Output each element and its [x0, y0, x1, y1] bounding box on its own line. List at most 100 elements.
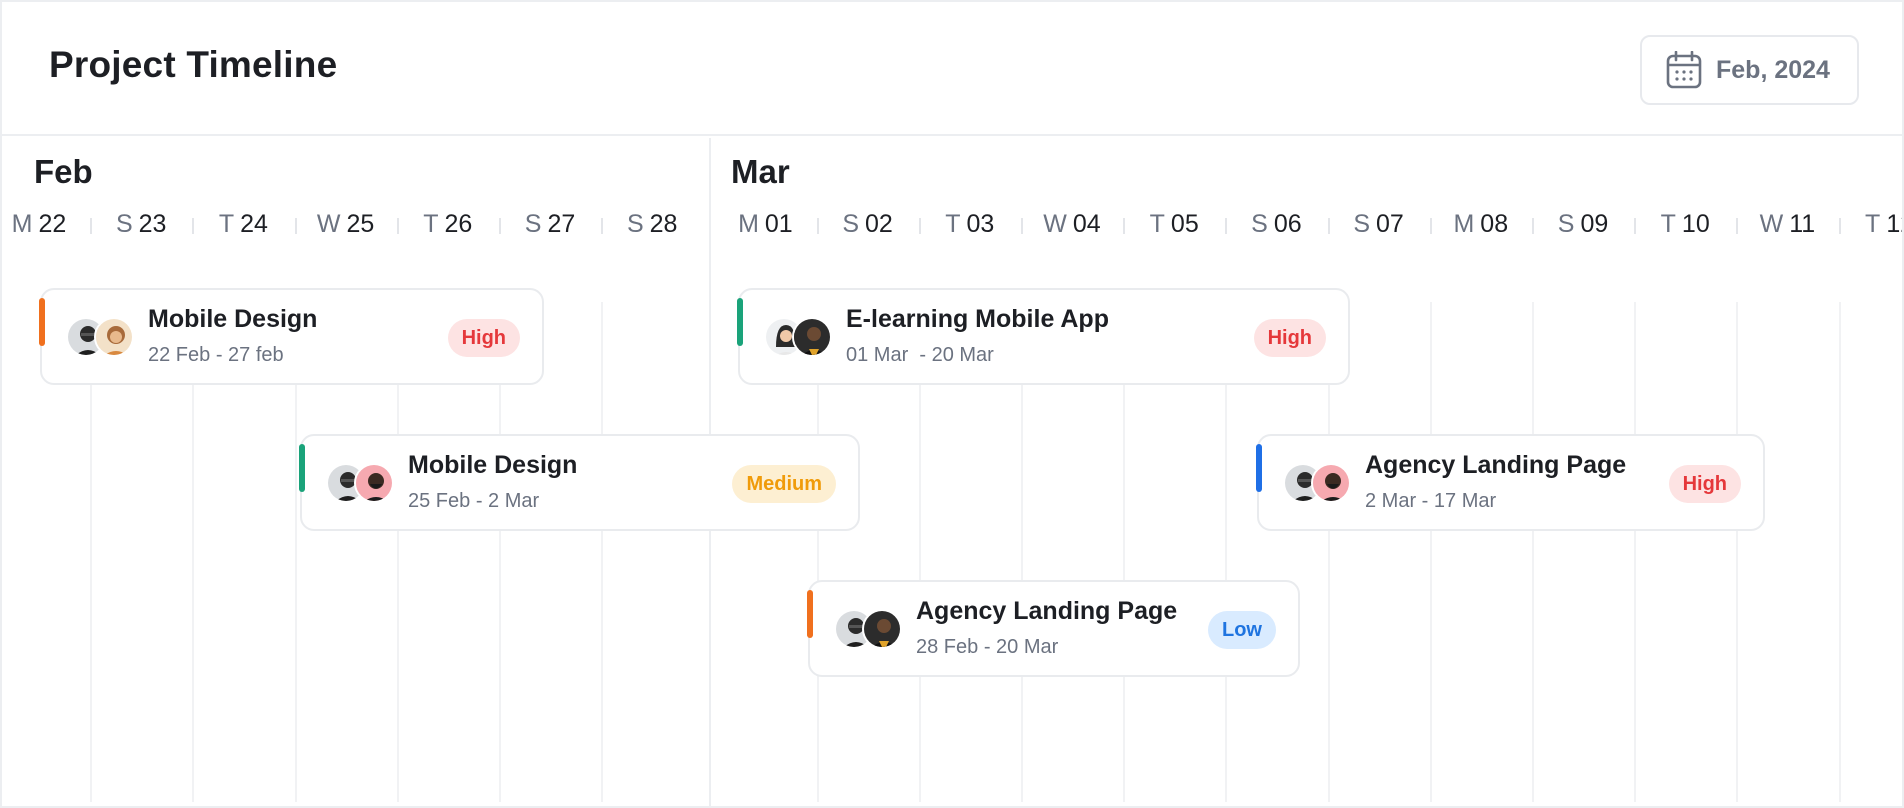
task-accent-bar: [39, 298, 45, 346]
month-picker-label: Feb, 2024: [1716, 55, 1830, 84]
task-dates: 22 Feb - 27 feb: [148, 344, 284, 366]
priority-badge: High: [447, 319, 520, 357]
task-title: Agency Landing Page: [916, 597, 1178, 625]
day-separator: [1531, 218, 1534, 234]
day-weekday: T: [1865, 210, 1881, 238]
task-dates: 2 Mar - 17 Mar: [1365, 490, 1497, 512]
grid-line: [1838, 302, 1841, 802]
day-weekday: T: [945, 210, 961, 238]
day-label: S 06: [1251, 210, 1302, 239]
task-card[interactable]: Mobile Design 25 Feb - 2 Mar Medium: [299, 434, 860, 531]
grid-line: [1736, 302, 1739, 802]
day-weekday: S: [1353, 210, 1371, 238]
day-weekday: W: [1043, 210, 1067, 238]
grid-line: [1429, 302, 1432, 802]
day-number: 12: [1886, 210, 1902, 238]
grid-line: [1634, 302, 1637, 802]
day-number: 07: [1376, 210, 1404, 238]
day-label: T 03: [945, 210, 994, 239]
task-accent-bar: [1256, 444, 1262, 492]
day-label: T12: [1865, 210, 1902, 239]
day-label: S 23: [116, 210, 167, 239]
day-weekday: T: [423, 210, 439, 238]
day-number: 25: [346, 210, 375, 238]
day-weekday: T: [218, 210, 235, 238]
day-label: S 27: [525, 210, 576, 239]
day-weekday: T: [1149, 210, 1165, 238]
month-label-feb: Feb: [34, 153, 93, 190]
day-separator: [816, 218, 819, 234]
day-label: T 24: [219, 210, 268, 239]
grid-line: [601, 302, 604, 802]
day-separator: [1634, 218, 1637, 234]
day-separator: [918, 218, 921, 234]
day-separator: [1327, 218, 1330, 234]
day-separator: [294, 218, 297, 234]
task-title: Mobile Design: [148, 305, 318, 333]
day-label: W 25: [317, 210, 374, 239]
day-weekday: S: [115, 210, 133, 238]
day-separator: [1838, 218, 1841, 234]
task-card[interactable]: E-learning Mobile App 01 Mar - 20 Mar Hi…: [737, 288, 1350, 385]
day-weekday: S: [626, 210, 644, 238]
day-label: T 05: [1150, 210, 1199, 239]
task-title: E-learning Mobile App: [846, 305, 1109, 333]
avatar[interactable]: [792, 317, 832, 357]
avatar[interactable]: [1311, 463, 1351, 503]
task-card[interactable]: Mobile Design 22 Feb - 27 feb High: [39, 288, 544, 385]
day-number: 09: [1580, 210, 1609, 238]
page-title: Project Timeline: [49, 44, 338, 85]
day-separator: [1225, 218, 1228, 234]
month-picker-button[interactable]: Feb, 2024: [1640, 35, 1859, 105]
priority-badge: Low: [1208, 611, 1276, 649]
day-label: M 01: [738, 210, 793, 239]
task-title: Mobile Design: [408, 451, 578, 479]
day-separator: [1020, 218, 1023, 234]
project-timeline-panel: Project Timeline Feb, 2024 Feb Mar M 22 S 2…: [0, 0, 1904, 808]
day-weekday: S: [524, 210, 542, 238]
day-weekday: S: [1251, 210, 1268, 238]
priority-badge: High: [1253, 319, 1326, 357]
day-separator: [1123, 218, 1126, 234]
day-separator: [396, 218, 399, 234]
timeline-header: Project Timeline Feb, 2024: [2, 2, 1902, 136]
day-number: 01: [764, 210, 793, 238]
day-weekday: S: [1557, 210, 1575, 238]
assignee-avatars: [834, 609, 904, 649]
day-separator: [1429, 218, 1432, 234]
task-card[interactable]: Agency Landing Page 2 Mar - 17 Mar High: [1256, 434, 1765, 531]
day-label: T 10: [1661, 210, 1710, 239]
day-label: S 02: [842, 210, 893, 239]
task-title: Agency Landing Page: [1365, 451, 1627, 479]
calendar-icon: [1666, 51, 1702, 89]
day-number: 06: [1273, 210, 1302, 238]
day-number: 08: [1480, 210, 1509, 238]
day-number: 22: [38, 210, 67, 238]
day-weekday: W: [1759, 210, 1784, 238]
day-number: 28: [649, 210, 678, 238]
avatar[interactable]: [354, 463, 394, 503]
day-number: 02: [865, 210, 893, 238]
grid-line: [1531, 302, 1534, 802]
task-accent-bar: [299, 444, 305, 492]
day-separator: [1736, 218, 1739, 234]
day-separator: [90, 218, 93, 234]
timeline-grid[interactable]: Feb Mar M 22 S 23 T 24 W 25 T 26 S 27 S 28 M 01 S 02 T 03 W 0…: [2, 138, 1902, 806]
day-weekday: S: [842, 210, 860, 238]
priority-badge: High: [1668, 465, 1741, 503]
day-label: W 04: [1043, 210, 1100, 239]
avatar[interactable]: [94, 317, 134, 357]
day-number: 05: [1170, 210, 1199, 238]
day-weekday: T: [1660, 210, 1676, 238]
assignee-avatars: [764, 317, 834, 357]
task-card[interactable]: Agency Landing Page 28 Feb - 20 Mar Low: [807, 580, 1300, 677]
day-label: S 07: [1353, 210, 1404, 239]
day-number: 11: [1789, 210, 1816, 238]
day-number: 23: [138, 210, 167, 238]
task-accent-bar: [807, 590, 813, 638]
avatar[interactable]: [862, 609, 902, 649]
day-weekday: W: [316, 210, 341, 238]
day-label: W 11: [1760, 210, 1816, 239]
day-label: S 09: [1558, 210, 1609, 239]
day-number: 24: [240, 210, 268, 238]
